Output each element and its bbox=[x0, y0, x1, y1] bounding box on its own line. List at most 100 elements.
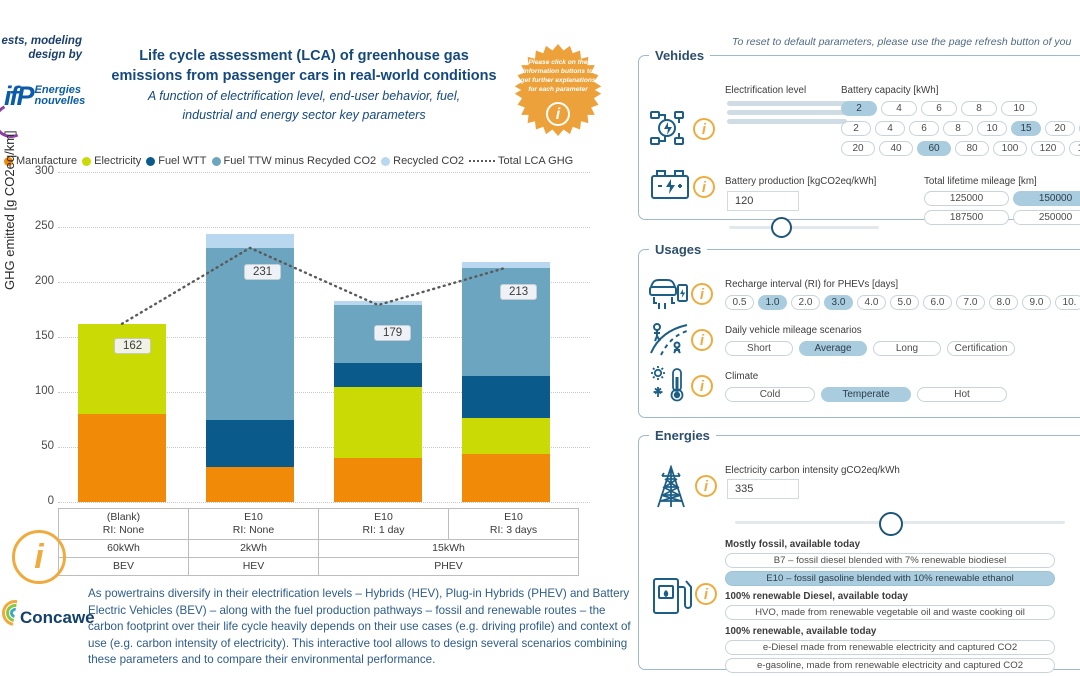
option-pill[interactable]: 6 bbox=[909, 121, 939, 136]
parameters-panel: To reset to default parameters, please u… bbox=[632, 0, 1080, 675]
option-pill[interactable]: Long bbox=[873, 341, 941, 356]
option-pill[interactable]: Hot bbox=[917, 387, 1007, 402]
option-pill[interactable]: 5.0 bbox=[890, 295, 919, 310]
battery-production-slider-knob[interactable] bbox=[771, 217, 792, 238]
option-pill[interactable]: 4 bbox=[881, 101, 917, 116]
option-pill[interactable]: Cold bbox=[725, 387, 815, 402]
page-title-line1: Life cycle assessment (LCA) of greenhous… bbox=[139, 48, 469, 64]
bar-data-label: 213 bbox=[500, 283, 538, 300]
fuel-option-pill[interactable]: E10 – fossil gasoline blended with 10% r… bbox=[725, 571, 1055, 586]
chart-x-axis-table: (Blank) RI: None E10 RI: None E10 RI: 1 day E1… bbox=[58, 508, 579, 576]
y-axis-tick: 0 bbox=[47, 495, 54, 507]
ifp-logo-text-line2: nouvelles bbox=[34, 95, 86, 107]
electrification-bar-3[interactable] bbox=[727, 119, 847, 124]
option-pill[interactable]: 3.0 bbox=[824, 295, 853, 310]
energies-electricity-info-icon[interactable]: i bbox=[695, 475, 717, 497]
recharge-interval-options: 0.5 1.0 2.0 3.0 4.0 5.0 6.0 7.0 8.0 9.0 10. bbox=[725, 295, 1080, 310]
usages-group: Usages i i i Recharge interval (RI) for … bbox=[638, 242, 1080, 418]
option-pill[interactable]: Temperate bbox=[821, 387, 911, 402]
usages-climate-info-icon[interactable]: i bbox=[691, 375, 713, 397]
option-pill[interactable]: 15 bbox=[1011, 121, 1041, 136]
ghg-stacked-bar-chart: GHG emitted [g CO2eq/km] 0 50 100 150 200 250… bbox=[0, 130, 600, 512]
daily-mileage-options: Short Average Long Certification bbox=[725, 341, 1015, 356]
usages-recharge-info-icon[interactable]: i bbox=[691, 283, 713, 305]
table-cell: 15kWh bbox=[318, 539, 579, 558]
electrification-bar-1[interactable] bbox=[727, 101, 847, 106]
energies-fuel-info-icon[interactable]: i bbox=[695, 583, 717, 605]
battery-capacity-row-3: 20 40 60 80 100 120 140 bbox=[841, 141, 1080, 156]
option-pill[interactable]: 6 bbox=[921, 101, 957, 116]
bar-data-label: 162 bbox=[114, 337, 152, 354]
option-pill[interactable]: 2 bbox=[841, 101, 877, 116]
carbon-intensity-input[interactable]: 335 bbox=[727, 479, 799, 499]
option-pill[interactable]: 10 bbox=[977, 121, 1007, 136]
mileage-option-pill[interactable]: 150000 bbox=[1013, 191, 1080, 206]
left-column: ests, modeling design by ifP Energies no… bbox=[0, 0, 632, 675]
info-icon: i bbox=[546, 102, 570, 126]
carbon-intensity-slider-knob[interactable] bbox=[879, 512, 903, 536]
option-pill[interactable]: 100 bbox=[993, 141, 1027, 156]
option-pill[interactable]: 10 bbox=[1001, 101, 1037, 116]
option-pill[interactable]: 20 bbox=[1045, 121, 1075, 136]
option-pill[interactable]: 1.0 bbox=[758, 295, 787, 310]
option-pill[interactable]: 0.5 bbox=[725, 295, 754, 310]
chart-y-axis-ticks: 0 50 100 150 200 250 300 bbox=[8, 165, 54, 507]
vehicles-group-legend: Vehides bbox=[655, 48, 705, 63]
recharge-interval-label: Recharge interval (RI) for PHEVs [days] bbox=[725, 279, 899, 290]
fuel-option-pill[interactable]: e-Diesel made from renewable electricity… bbox=[725, 640, 1055, 655]
option-pill[interactable]: Short bbox=[725, 341, 793, 356]
fuel-option-pill[interactable]: HVO, made from renewable vegetable oil a… bbox=[725, 605, 1055, 620]
chart-legend: Manufacture Electricity Fuel WTT Fuel TTW m… bbox=[4, 155, 573, 167]
option-pill[interactable]: 4 bbox=[875, 121, 905, 136]
mileage-option-pill[interactable]: 125000 bbox=[924, 191, 1009, 206]
renewable-diesel-label: 100% renewable Diesel, available today bbox=[725, 591, 908, 602]
brand-block: ests, modeling design by bbox=[0, 34, 96, 62]
option-pill[interactable]: 2.0 bbox=[791, 295, 820, 310]
vehicles-powertrain-info-icon[interactable]: i bbox=[693, 118, 715, 140]
option-pill[interactable]: Average bbox=[799, 341, 867, 356]
battery-production-slider-track[interactable] bbox=[729, 226, 879, 229]
table-cell: PHEV bbox=[318, 557, 579, 576]
option-pill[interactable]: 2 bbox=[841, 121, 871, 136]
chart-info-icon[interactable]: i bbox=[12, 530, 66, 584]
option-pill[interactable]: 8 bbox=[961, 101, 997, 116]
page-title-line2: emissions from passenger cars in real-wo… bbox=[111, 68, 497, 84]
vehicles-battery-info-icon[interactable]: i bbox=[693, 176, 715, 198]
option-pill[interactable]: 10. bbox=[1055, 295, 1080, 310]
fuel-option-pill[interactable]: B7 – fossil diesel blended with 7% renew… bbox=[725, 553, 1055, 568]
option-pill[interactable]: 140 bbox=[1069, 141, 1080, 156]
legend-color-dot bbox=[146, 156, 156, 166]
info-callout-badge[interactable]: Please click on the information buttons … bbox=[512, 44, 604, 136]
option-pill[interactable]: 7.0 bbox=[956, 295, 985, 310]
electrification-bar-2[interactable] bbox=[727, 110, 847, 115]
starburst-text: Please click on the information buttons … bbox=[520, 59, 596, 93]
fuel-option-pill[interactable]: e-gasoline, made from renewable electric… bbox=[725, 658, 1055, 673]
fuel-pump-icon bbox=[653, 578, 692, 614]
mileage-option-pill[interactable]: 187500 bbox=[924, 210, 1009, 225]
option-pill[interactable]: 120 bbox=[1031, 141, 1065, 156]
battery-capacity-row-2: 246810152030 bbox=[841, 121, 1080, 136]
legend-label: Fuel WTT bbox=[158, 155, 207, 167]
option-pill[interactable]: 40 bbox=[879, 141, 913, 156]
page-subtitle-line2: industrial and energy sector key paramet… bbox=[182, 108, 426, 122]
table-row: BEV HEV PHEV bbox=[58, 557, 579, 576]
powertrain-icon bbox=[650, 111, 684, 145]
battery-production-input[interactable]: 120 bbox=[727, 191, 799, 211]
option-pill[interactable]: 4.0 bbox=[857, 295, 886, 310]
legend-label: Electricity bbox=[94, 155, 142, 167]
battery-production-label: Battery production [kgCO2eq/kWh] bbox=[725, 176, 877, 187]
legend-item: Electricity bbox=[82, 155, 141, 167]
usages-mileage-info-icon[interactable]: i bbox=[691, 329, 713, 351]
option-pill[interactable]: 6.0 bbox=[923, 295, 952, 310]
option-pill[interactable]: 20 bbox=[841, 141, 875, 156]
mileage-option-pill[interactable]: 250000 bbox=[1013, 210, 1080, 225]
table-row: (Blank) RI: None E10 RI: None E10 RI: 1 day E1… bbox=[58, 508, 579, 540]
option-pill[interactable]: 8 bbox=[943, 121, 973, 136]
option-pill[interactable]: Certification bbox=[947, 341, 1015, 356]
option-pill[interactable]: 80 bbox=[955, 141, 989, 156]
concawe-logo-text: Concawe bbox=[20, 608, 95, 627]
option-pill[interactable]: 60 bbox=[917, 141, 951, 156]
legend-dotted-line bbox=[469, 160, 496, 162]
option-pill[interactable]: 9.0 bbox=[1022, 295, 1051, 310]
option-pill[interactable]: 8.0 bbox=[989, 295, 1018, 310]
